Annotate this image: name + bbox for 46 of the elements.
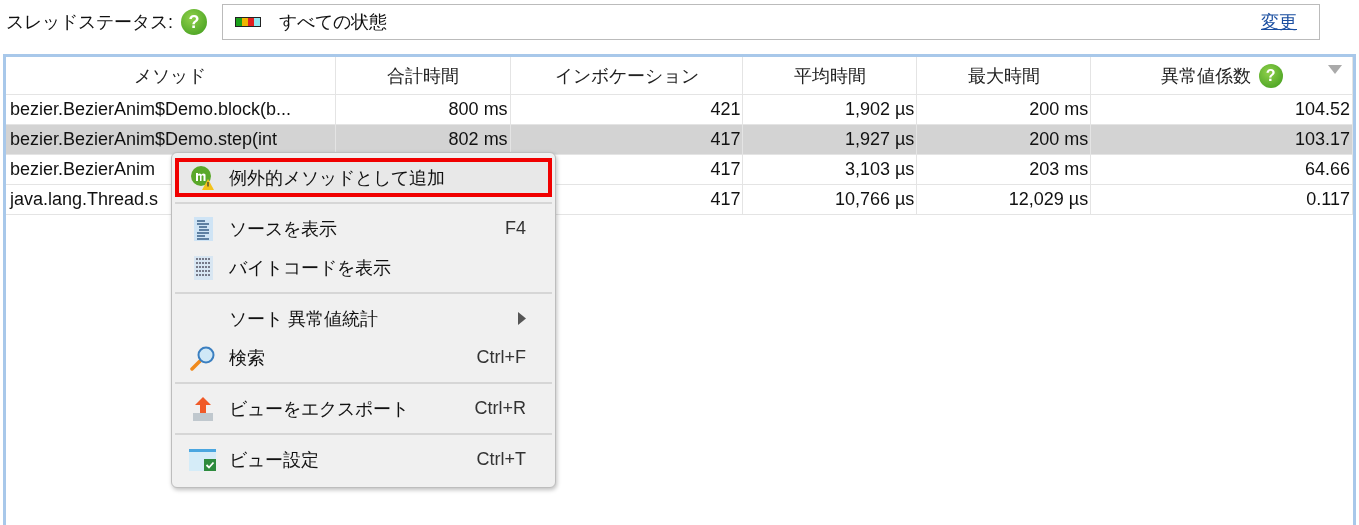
document-lines-icon bbox=[192, 215, 214, 242]
export-arrow-icon bbox=[192, 395, 214, 422]
table-cell: 1,927 µs bbox=[844, 129, 915, 149]
column-header[interactable]: 異常値係数 ? bbox=[1091, 57, 1353, 94]
table-cell: 417 bbox=[710, 159, 741, 179]
table-cell: 64.66 bbox=[1304, 159, 1350, 179]
column-header[interactable]: 平均時間 bbox=[743, 57, 918, 94]
column-header[interactable]: インボケーション bbox=[510, 57, 744, 94]
table-cell: 10,766 µs bbox=[834, 189, 915, 209]
thread-status-field[interactable]: すべての状態 変更 bbox=[222, 4, 1320, 40]
table-cell: 802 ms bbox=[448, 129, 508, 149]
column-header[interactable]: 最大時間 bbox=[917, 57, 1092, 94]
menu-item[interactable]: バイトコードを表示 bbox=[175, 248, 552, 287]
table-cell: 203 ms bbox=[1029, 159, 1089, 179]
method-warning-icon bbox=[190, 164, 216, 191]
menu-item[interactable]: ビューをエクスポート Ctrl+R bbox=[175, 389, 552, 428]
table-cell: 104.52 bbox=[1294, 99, 1350, 119]
table-cell: java.lang.Thread.s bbox=[10, 189, 159, 209]
table-cell: 12,029 µs bbox=[1008, 189, 1089, 209]
column-header[interactable]: メソッド bbox=[6, 57, 336, 94]
menu-item[interactable]: 例外的メソッドとして追加 bbox=[175, 158, 552, 197]
table-cell: 417 bbox=[710, 189, 741, 209]
status-colors-icon bbox=[235, 17, 261, 27]
binary-document-icon bbox=[192, 254, 214, 281]
search-icon bbox=[190, 344, 216, 371]
window-check-icon bbox=[189, 446, 217, 473]
column-header[interactable]: 合計時間 bbox=[335, 57, 511, 94]
table-cell: bezier.BezierAnim$Demo.block(b... bbox=[10, 99, 292, 119]
thread-status-label: スレッドステータス: bbox=[6, 11, 173, 34]
table-cell: bezier.BezierAnim$Demo.step(int bbox=[10, 129, 278, 149]
table-cell: 103.17 bbox=[1294, 129, 1350, 149]
table-cell: 417 bbox=[710, 129, 741, 149]
table-row[interactable]: bezier.BezierAnim$Demo.step(int 802 ms 417 1,927 µs 200 ms 103.17 bbox=[6, 125, 1353, 155]
table-cell: 1,902 µs bbox=[844, 99, 915, 119]
table-cell: 200 ms bbox=[1029, 99, 1089, 119]
menu-item[interactable]: ソート 異常値統計 bbox=[175, 299, 552, 338]
table-cell: 200 ms bbox=[1029, 129, 1089, 149]
table-cell: bezier.BezierAnim bbox=[10, 159, 156, 179]
table-cell: 800 ms bbox=[448, 99, 508, 119]
table-cell: 0.117 bbox=[1306, 189, 1350, 209]
table-cell: 421 bbox=[710, 99, 741, 119]
menu-item[interactable]: ビュー設定 Ctrl+T bbox=[175, 440, 552, 479]
menu-item[interactable]: 検索 Ctrl+F bbox=[175, 338, 552, 377]
thread-status-value: すべての状態 bbox=[279, 11, 388, 34]
change-link[interactable]: 変更 bbox=[1261, 10, 1297, 34]
table-cell: 3,103 µs bbox=[844, 159, 915, 179]
